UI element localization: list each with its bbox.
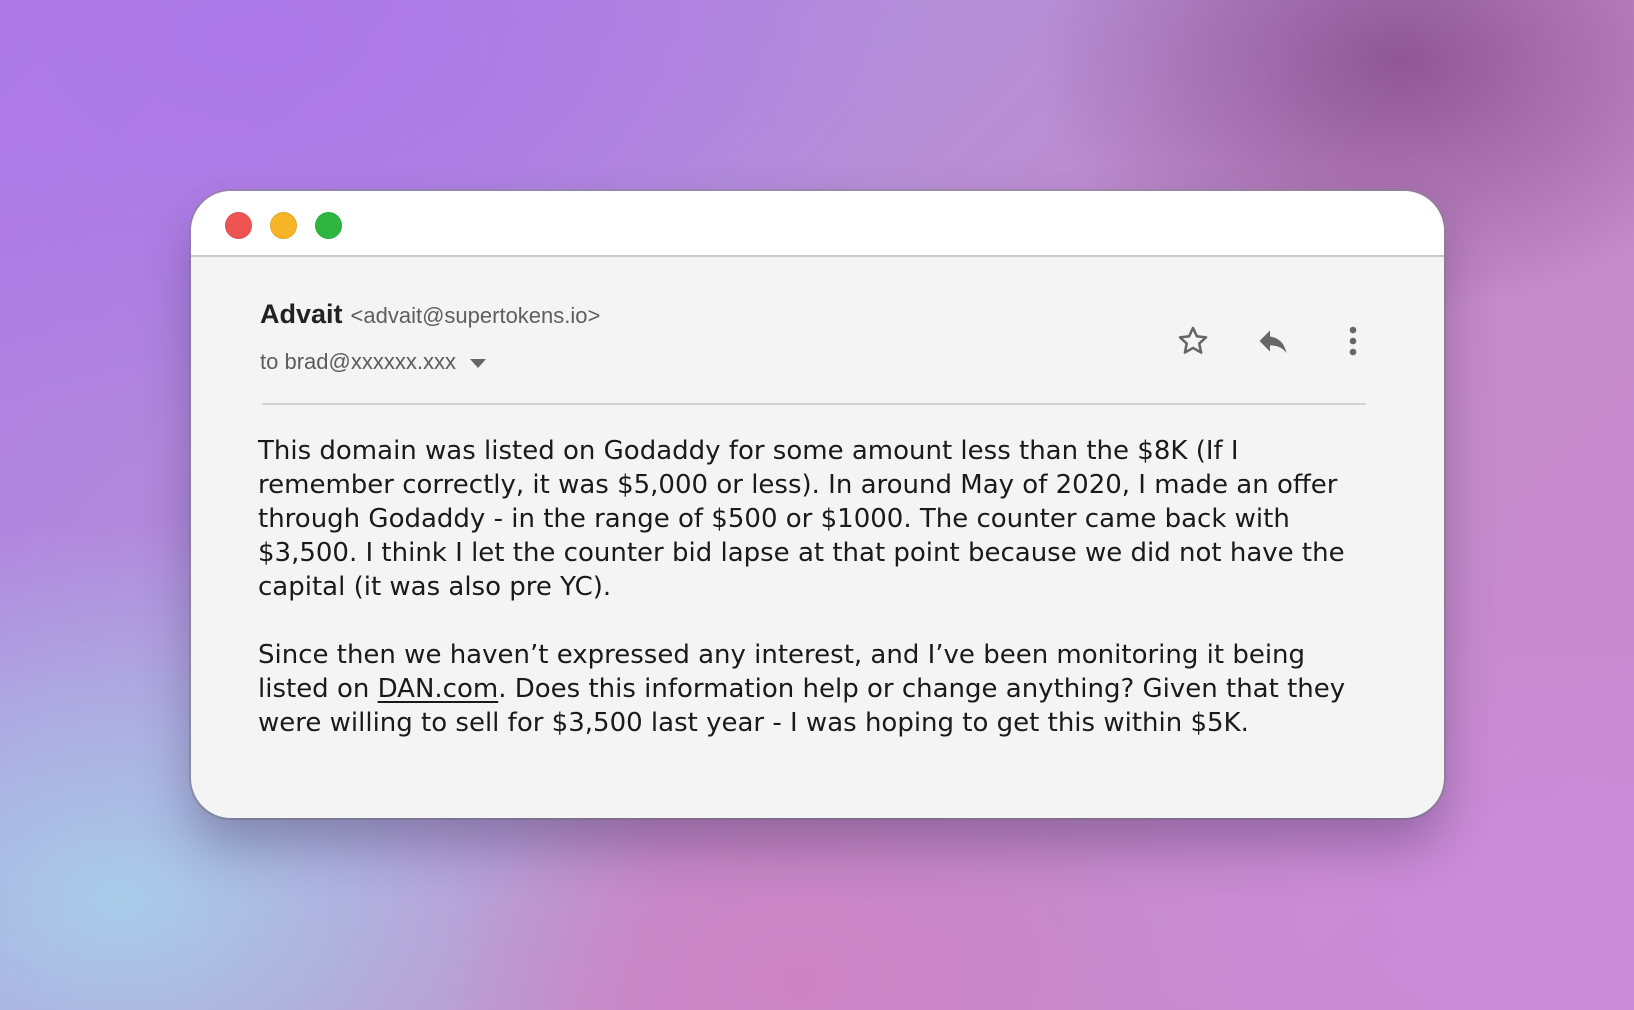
more-vertical-icon <box>1349 326 1357 356</box>
chevron-down-icon[interactable] <box>469 358 486 368</box>
email-window: Advait <advait@supertokens.io> to brad@xx… <box>191 191 1444 818</box>
body-paragraph-1: This domain was listed on Godaddy for so… <box>258 436 1345 602</box>
title-bar <box>191 191 1444 257</box>
recipient-dropdown[interactable]: to brad@xxxxxx.xxx <box>260 349 486 375</box>
email-body: This domain was listed on Godaddy for so… <box>258 434 1378 774</box>
minimize-button[interactable] <box>270 212 297 239</box>
more-button[interactable] <box>1333 321 1373 361</box>
body-paragraph-2: Since then we haven’t expressed any inte… <box>258 638 1378 740</box>
sender-email[interactable]: <advait@supertokens.io> <box>351 303 601 328</box>
reply-icon <box>1259 330 1287 353</box>
sender-name[interactable]: Advait <box>260 299 343 329</box>
email-actions <box>1173 321 1373 361</box>
recipient-label: to brad@xxxxxx.xxx <box>260 349 456 374</box>
maximize-button[interactable] <box>315 212 342 239</box>
reply-button[interactable] <box>1253 321 1293 361</box>
header-divider <box>262 403 1366 405</box>
close-button[interactable] <box>225 212 252 239</box>
star-icon <box>1178 326 1208 354</box>
dan-com-link[interactable]: DAN.com <box>378 674 499 704</box>
star-button[interactable] <box>1173 321 1213 361</box>
sender-line: Advait <advait@supertokens.io> <box>260 299 600 330</box>
